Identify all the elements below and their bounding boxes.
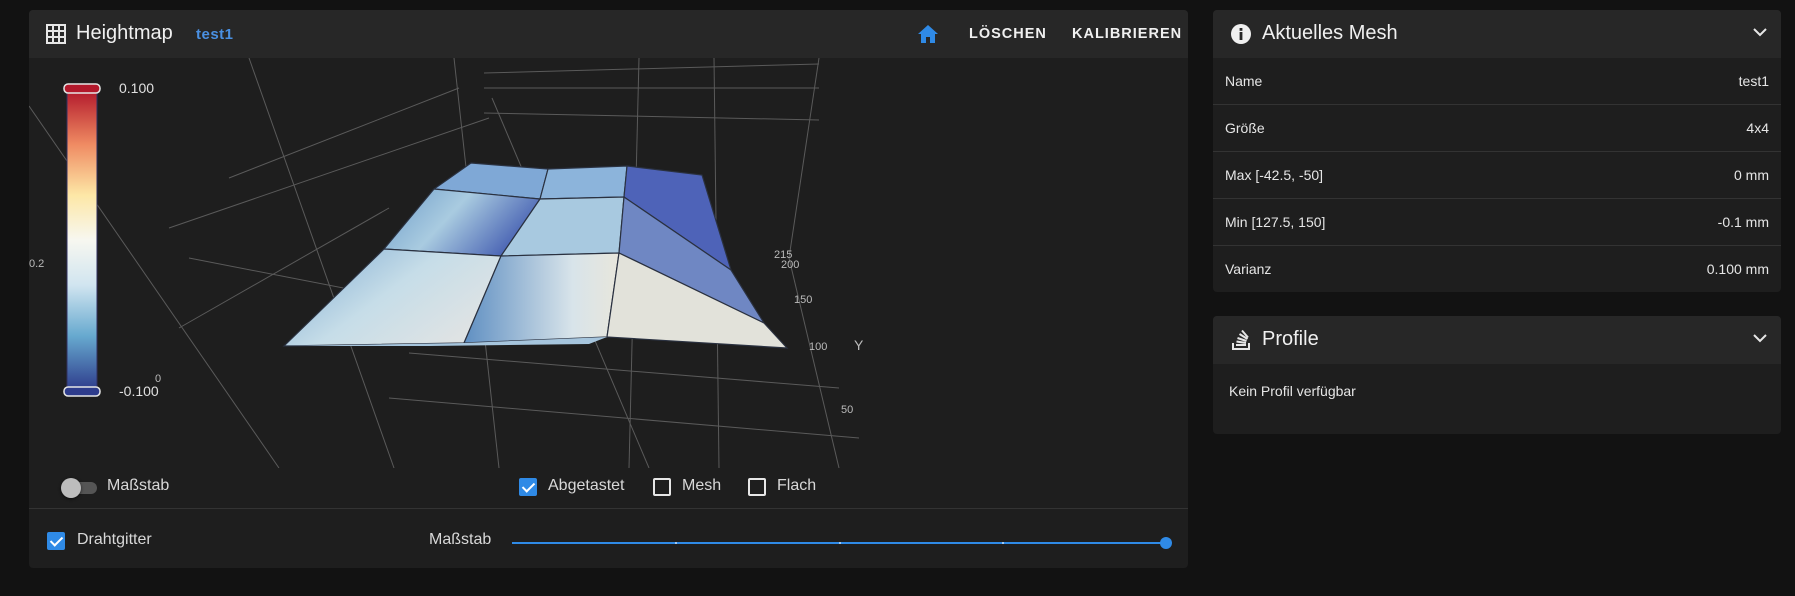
current-mesh-panel: Aktuelles Mesh Name test1 Größe 4x4 Max … xyxy=(1213,10,1781,292)
colorbar-min-handle[interactable] xyxy=(63,386,101,397)
grid-icon xyxy=(46,24,66,44)
flat-label: Flach xyxy=(777,477,817,494)
scale-toggle-knob[interactable] xyxy=(61,478,81,498)
wireframe-label: Drahtgitter xyxy=(77,531,152,548)
mesh-row-size: Größe 4x4 xyxy=(1213,105,1781,152)
heightmap-panel: Heightmap test1 LÖSCHEN KALIBRIEREN 215 … xyxy=(29,10,1188,568)
profiles-panel: Profile Kein Profil verfügbar xyxy=(1213,316,1781,434)
layers-stack-icon xyxy=(1232,329,1250,350)
clear-button[interactable]: LÖSCHEN xyxy=(969,26,1047,42)
colorbar-max-label: 0.100 xyxy=(119,80,154,96)
mesh-checkbox[interactable] xyxy=(653,478,671,496)
probed-checkbox[interactable] xyxy=(519,478,537,496)
y-tick: 200 xyxy=(781,259,799,271)
probed-label: Abgetastet xyxy=(548,477,625,494)
scale-slider[interactable] xyxy=(512,537,1172,549)
profiles-title: Profile xyxy=(1262,328,1319,350)
scale-toggle[interactable] xyxy=(61,478,97,498)
y-tick: 150 xyxy=(794,294,812,306)
divider xyxy=(29,508,1188,509)
home-icon[interactable] xyxy=(917,24,939,44)
calibrate-button[interactable]: KALIBRIEREN xyxy=(1072,26,1182,42)
scale-toggle-label: Maßstab xyxy=(107,477,170,494)
mesh-row-max: Max [-42.5, -50] 0 mm xyxy=(1213,152,1781,199)
info-icon xyxy=(1231,24,1251,44)
heightmap-plot[interactable]: 215 200 150 100 50 0.2 0 Y 0.100 -0.100 xyxy=(29,58,1188,468)
scale-slider-thumb[interactable] xyxy=(1160,537,1172,549)
profiles-header[interactable]: Profile xyxy=(1213,316,1781,364)
y-tick: 100 xyxy=(809,341,827,353)
active-profile-name: test1 xyxy=(196,26,234,43)
mesh-label: Mesh xyxy=(682,477,722,494)
heightmap-surface xyxy=(282,162,789,349)
wireframe-checkbox[interactable] xyxy=(47,532,65,550)
scale-slider-label: Maßstab xyxy=(429,531,492,548)
mesh-row-name: Name test1 xyxy=(1213,58,1781,105)
colorbar: 0.100 -0.100 xyxy=(63,80,159,399)
current-mesh-header[interactable]: Aktuelles Mesh xyxy=(1213,10,1781,58)
colorbar-max-handle[interactable] xyxy=(63,83,101,94)
y-tick: 50 xyxy=(841,404,853,416)
chevron-down-icon[interactable] xyxy=(1753,333,1767,343)
heightmap-title: Heightmap xyxy=(76,22,173,44)
y-axis-label: Y xyxy=(854,337,864,353)
z-tick: 0.2 xyxy=(29,258,44,270)
mesh-row-variance: Varianz 0.100 mm xyxy=(1225,261,1769,277)
heightmap-header: Heightmap test1 LÖSCHEN KALIBRIEREN xyxy=(29,10,1188,58)
flat-checkbox[interactable] xyxy=(748,478,766,496)
colorbar-min-label: -0.100 xyxy=(119,383,159,399)
chevron-down-icon[interactable] xyxy=(1753,27,1767,37)
current-mesh-title: Aktuelles Mesh xyxy=(1262,22,1398,44)
no-profile-text: Kein Profil verfügbar xyxy=(1229,383,1356,399)
mesh-row-min: Min [127.5, 150] -0.1 mm xyxy=(1213,199,1781,246)
